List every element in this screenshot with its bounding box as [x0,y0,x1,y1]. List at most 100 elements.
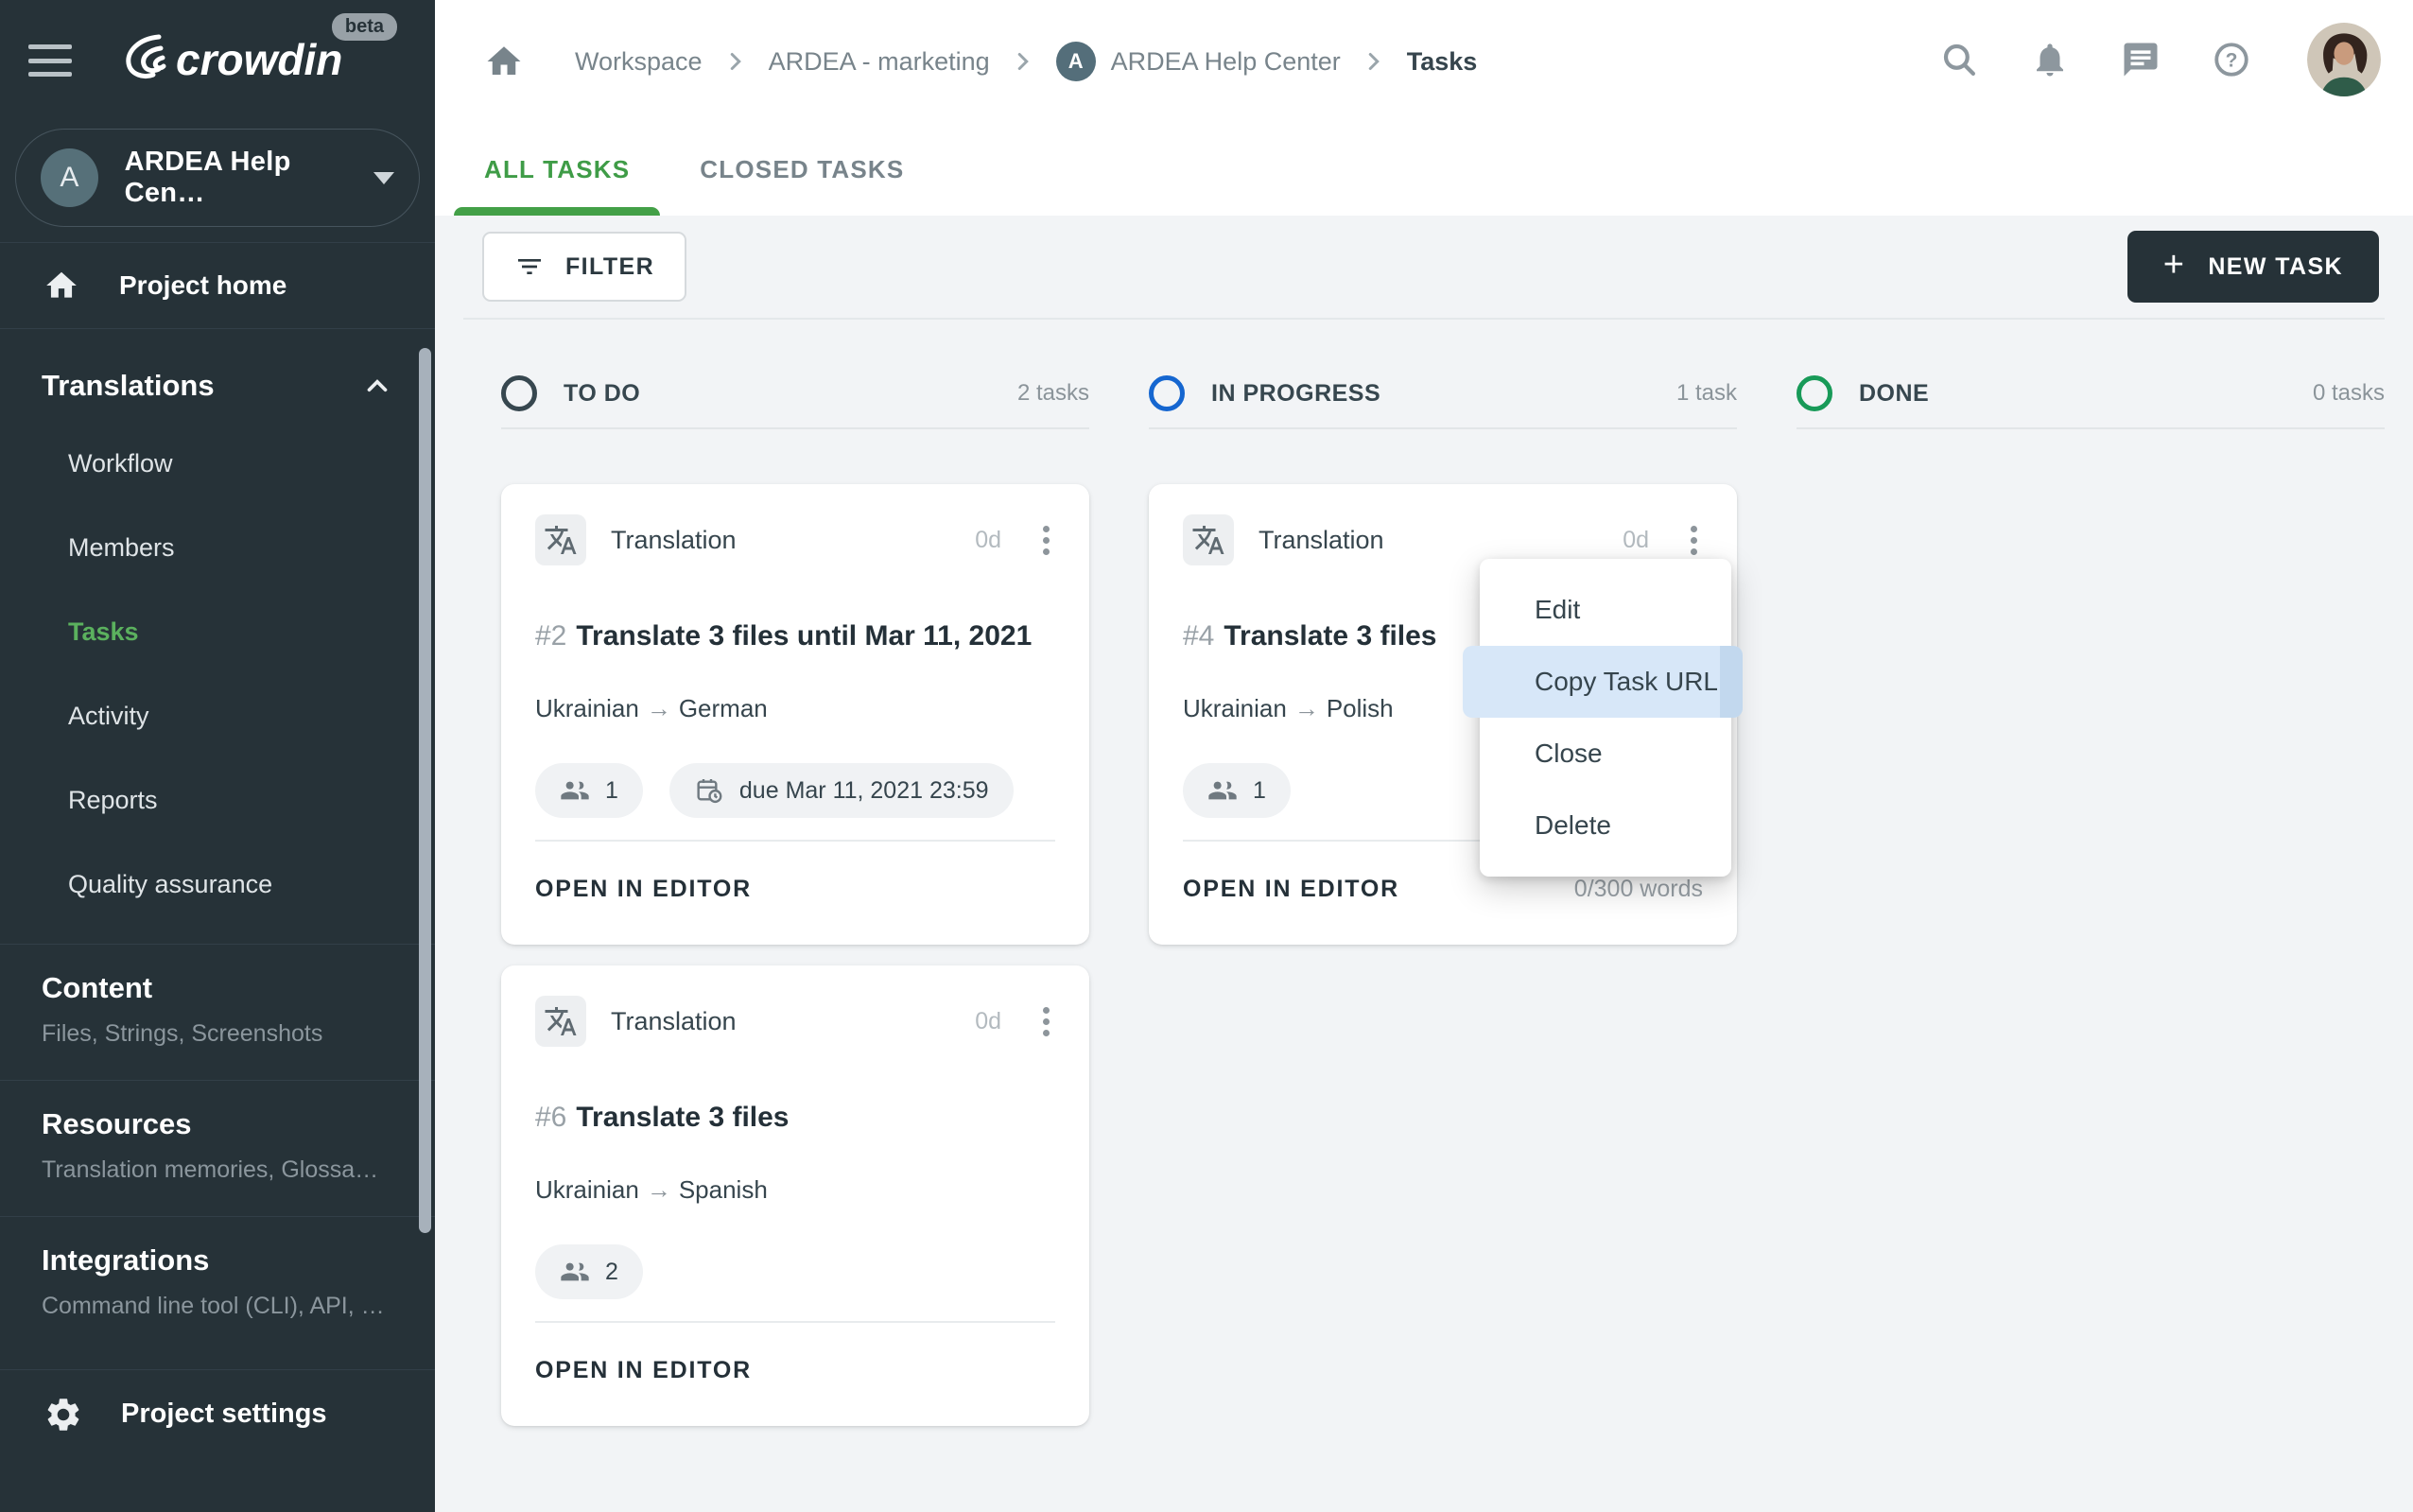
kebab-menu-icon[interactable] [1037,520,1055,561]
badges: 2 [535,1244,1055,1299]
breadcrumb-item-label: ARDEA Help Center [1111,47,1341,77]
task-context-menu: Edit Copy Task URL Close Delete [1480,559,1731,877]
project-name: ARDEA Help Cen… [125,147,373,209]
sidebar-item-reports[interactable]: Reports [0,758,435,843]
sidebar-item-quality-assurance[interactable]: Quality assurance [0,843,435,927]
open-in-editor-button[interactable]: OPEN IN EDITOR [1183,876,1399,903]
column-name: DONE [1859,380,1929,408]
open-in-editor-button[interactable]: OPEN IN EDITOR [535,1357,752,1384]
arrow-icon: → [1287,694,1327,722]
search-icon[interactable] [1938,39,1980,80]
card-footer: OPEN IN EDITOR 0/300 words [1183,876,1703,903]
messages-icon[interactable] [2120,39,2161,80]
active-tab-underline [454,207,660,216]
notifications-bell-icon[interactable] [2029,39,2071,80]
column-count: 1 task [1676,380,1737,407]
gear-icon [43,1395,83,1434]
task-type: Translation [611,526,737,555]
people-icon [560,1257,590,1287]
chevron-right-icon [721,47,750,76]
members-chip: 2 [535,1244,643,1299]
card-footer: OPEN IN EDITOR [535,1357,1055,1384]
help-icon[interactable]: ? [2211,39,2252,80]
svg-text:?: ? [2226,50,2238,72]
menu-item-copy-task-url[interactable]: Copy Task URL [1480,646,1731,718]
task-title[interactable]: #2Translate 3 files until Mar 11, 2021 [535,620,1055,652]
sidebar-item-members[interactable]: Members [0,506,435,590]
breadcrumb-item-tasks: Tasks [1407,47,1478,77]
top-icons: ? [1938,23,2381,96]
column-count: 0 tasks [2313,380,2385,407]
sidebar: crowdin beta A ARDEA Help Cen… Project h… [0,0,435,1512]
translation-icon [535,996,586,1047]
sidebar-item-tasks[interactable]: Tasks [0,590,435,674]
home-icon[interactable] [484,42,524,81]
members-chip: 1 [1183,763,1291,818]
word-count: 0/300 words [1574,876,1703,903]
breadcrumb-item-project[interactable]: A ARDEA Help Center [1056,42,1341,81]
project-avatar: A [1056,42,1096,81]
people-icon [560,775,590,806]
sidebar-item-workflow[interactable]: Workflow [0,422,435,506]
open-in-editor-button[interactable]: OPEN IN EDITOR [535,876,752,903]
column-header: IN PROGRESS 1 task [1149,373,1737,414]
project-avatar: A [41,148,98,207]
user-avatar[interactable] [2307,23,2381,96]
home-icon [43,268,79,304]
tab-all-tasks[interactable]: ALL TASKS [484,123,630,216]
task-age: 0d [1623,527,1649,554]
column-header: TO DO 2 tasks [501,373,1089,414]
plus-icon: + [2163,247,2186,283]
calendar-clock-icon [694,775,724,806]
card-header: Translation 0d [535,996,1055,1047]
breadcrumb-item-organization[interactable]: ARDEA - marketing [769,47,990,77]
task-card-6[interactable]: Translation 0d #6Translate 3 files Ukrai… [501,965,1089,1426]
top-bar: Workspace ARDEA - marketing A ARDEA Help… [435,0,2413,216]
people-icon [1207,775,1238,806]
project-selector[interactable]: A ARDEA Help Cen… [15,129,420,227]
column-divider [501,427,1089,429]
menu-item-close[interactable]: Close [1480,718,1731,790]
sidebar-item-label: Project settings [121,1399,327,1430]
new-task-button[interactable]: + NEW TASK [2127,231,2379,303]
section-label: Integrations [42,1243,393,1277]
filter-label: FILTER [565,253,654,281]
members-count: 1 [605,777,618,805]
sidebar-item-activity[interactable]: Activity [0,674,435,758]
toolbar: FILTER + NEW TASK [435,216,2413,318]
chevron-right-icon [1009,47,1037,76]
sidebar-section-resources[interactable]: Resources Translation memories, Glossa… [0,1080,435,1216]
menu-item-delete[interactable]: Delete [1480,790,1731,861]
main-content: FILTER + NEW TASK TO DO 2 tasks [435,216,2413,1512]
column-name: TO DO [564,380,640,408]
breadcrumb-item-workspace[interactable]: Workspace [575,47,703,77]
task-age: 0d [975,527,1001,554]
kebab-menu-icon[interactable] [1685,520,1703,561]
status-circle-icon [1149,375,1185,411]
sidebar-section-integrations[interactable]: Integrations Command line tool (CLI), AP… [0,1216,435,1352]
tab-label: CLOSED TASKS [700,155,904,184]
task-title[interactable]: #6Translate 3 files [535,1102,1055,1134]
sidebar-section-content[interactable]: Content Files, Strings, Screenshots [0,944,435,1080]
filter-button[interactable]: FILTER [482,232,686,302]
task-type: Translation [1259,526,1384,555]
tab-closed-tasks[interactable]: CLOSED TASKS [700,123,904,216]
sidebar-item-project-home[interactable]: Project home [0,242,435,329]
due-date-chip: due Mar 11, 2021 23:59 [669,763,1014,818]
task-board: TO DO 2 tasks Translation 0d #2Translate… [435,320,2413,1426]
sidebar-scrollbar[interactable] [419,348,431,1233]
sidebar-item-project-settings[interactable]: Project settings [0,1369,435,1512]
status-circle-icon [501,375,537,411]
kebab-menu-icon[interactable] [1037,1001,1055,1042]
menu-item-edit[interactable]: Edit [1480,574,1731,646]
column-done: DONE 0 tasks [1797,320,2385,1426]
tab-label: ALL TASKS [484,155,630,184]
task-card-2[interactable]: Translation 0d #2Translate 3 files until… [501,484,1089,945]
beta-badge: beta [332,13,397,41]
card-divider [535,840,1055,842]
hamburger-menu-icon[interactable] [28,44,72,77]
column-divider [1797,427,2385,429]
members-count: 2 [605,1259,618,1286]
column-divider [1149,427,1737,429]
sidebar-section-translations[interactable]: Translations [0,329,435,403]
